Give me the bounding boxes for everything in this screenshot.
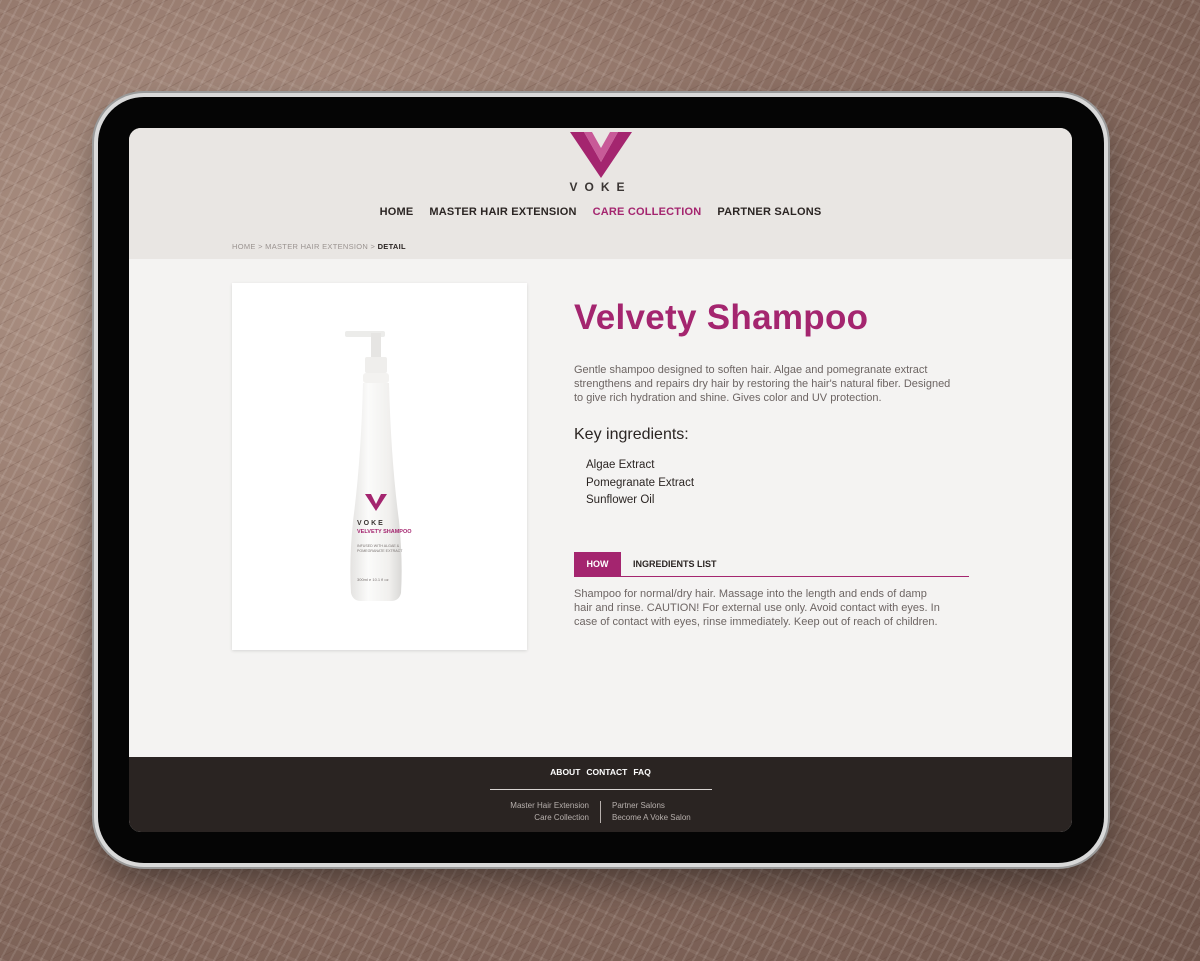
tab-how[interactable]: HOW	[574, 552, 621, 576]
breadcrumb-home[interactable]: HOME	[232, 242, 256, 251]
logo-wordmark: VOKE	[569, 180, 632, 194]
breadcrumb-master-hair-extension[interactable]: MASTER HAIR EXTENSION	[265, 242, 368, 251]
footer-column-right: Partner Salons Become A Voke Salon	[612, 800, 732, 824]
product-tabs: HOW INGREDIENTS LIST	[574, 552, 969, 577]
footer-link-faq[interactable]: FAQ	[633, 767, 650, 777]
product-image-card: VOKE VELVETY SHAMPOO INFUSED WITH ALGAE …	[232, 283, 527, 650]
nav-item-partner-salons[interactable]: PARTNER SALONS	[717, 206, 821, 218]
nav-item-home[interactable]: HOME	[380, 206, 414, 218]
footer-link-become-a-voke-salon[interactable]: Become A Voke Salon	[612, 812, 732, 824]
how-tab-content: Shampoo for normal/dry hair. Massage int…	[574, 588, 940, 628]
key-ingredients-heading: Key ingredients:	[574, 426, 689, 443]
site-header: VOKE HOME MASTER HAIR EXTENSION CARE COL…	[129, 128, 1072, 259]
footer-column-divider	[600, 801, 601, 823]
footer-nav: ABOUT CONTACT FAQ	[129, 767, 1072, 777]
site-footer: ABOUT CONTACT FAQ Master Hair Extension …	[129, 757, 1072, 832]
nav-item-care-collection[interactable]: CARE COLLECTION	[593, 206, 702, 218]
breadcrumb-separator: >	[368, 242, 378, 251]
tab-ingredients-list[interactable]: INGREDIENTS LIST	[633, 552, 717, 576]
list-item: Algae Extract	[586, 459, 655, 471]
bottle-line1-text: INFUSED WITH ALGAE &	[357, 544, 400, 548]
product-title: Velvety Shampoo	[574, 298, 869, 337]
bottle-volume-text: 300ml e 10.1 fl oz	[357, 577, 389, 582]
product-description: Gentle shampoo designed to soften hair. …	[574, 364, 951, 404]
footer-link-partner-salons[interactable]: Partner Salons	[612, 800, 732, 812]
footer-link-care-collection[interactable]: Care Collection	[489, 812, 589, 824]
voke-logo-icon[interactable]	[570, 132, 632, 178]
footer-link-contact[interactable]: CONTACT	[586, 767, 627, 777]
tablet-screen: VOKE HOME MASTER HAIR EXTENSION CARE COL…	[129, 128, 1072, 832]
bottle-name-text: VELVETY SHAMPOO	[357, 529, 412, 535]
breadcrumb-separator: >	[255, 242, 266, 251]
nav-item-master-hair-extension[interactable]: MASTER HAIR EXTENSION	[429, 206, 576, 218]
footer-divider-line	[490, 789, 712, 790]
key-ingredients-list: Algae Extract Pomegranate Extract Sunflo…	[586, 457, 694, 510]
list-item: Sunflower Oil	[586, 494, 655, 506]
tablet-frame: VOKE HOME MASTER HAIR EXTENSION CARE COL…	[98, 97, 1104, 863]
bottle-line2-text: POMEGRANATE EXTRACT	[357, 549, 403, 553]
footer-column-left: Master Hair Extension Care Collection	[489, 800, 589, 824]
main-nav: HOME MASTER HAIR EXTENSION CARE COLLECTI…	[129, 206, 1072, 218]
breadcrumb: HOME > MASTER HAIR EXTENSION > DETAIL	[232, 242, 406, 251]
footer-link-about[interactable]: ABOUT	[550, 767, 580, 777]
shampoo-bottle-image: VOKE VELVETY SHAMPOO INFUSED WITH ALGAE …	[345, 331, 412, 601]
breadcrumb-current: DETAIL	[377, 242, 406, 251]
bottle-brand-text: VOKE	[357, 520, 385, 527]
footer-link-master-hair-extension[interactable]: Master Hair Extension	[489, 800, 589, 812]
list-item: Pomegranate Extract	[586, 476, 695, 489]
